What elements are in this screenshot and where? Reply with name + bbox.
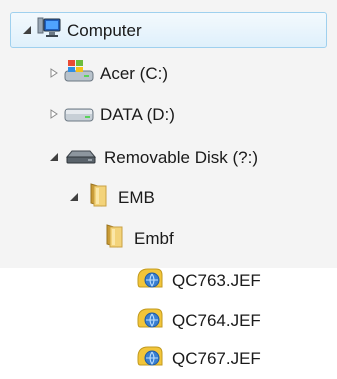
tree-item-removable-disk[interactable]: Removable Disk (?:)	[48, 139, 258, 175]
expanded-arrow-icon[interactable]	[68, 191, 80, 203]
expanded-arrow-icon[interactable]	[48, 151, 60, 163]
removable-disk-icon	[64, 145, 98, 170]
tree-item-file[interactable]: QC763.JEF	[136, 262, 261, 298]
jef-file-icon	[136, 343, 164, 374]
tree-item-computer[interactable]: Computer	[10, 12, 327, 48]
tree-item-folder-emb[interactable]: EMB	[68, 179, 155, 215]
tree-item-file[interactable]: QC767.JEF	[136, 340, 261, 376]
tree-item-drive-d[interactable]: DATA (D:)	[48, 96, 175, 132]
tree-item-label: EMB	[118, 187, 155, 207]
tree-item-label: DATA (D:)	[100, 104, 175, 124]
computer-icon	[37, 17, 61, 44]
tree-item-label: QC763.JEF	[172, 270, 261, 290]
tree-item-file[interactable]: QC764.JEF	[136, 302, 261, 338]
tree-item-drive-c[interactable]: Acer (C:)	[48, 55, 168, 91]
collapsed-arrow-icon[interactable]	[48, 108, 60, 120]
expanded-arrow-icon[interactable]	[21, 24, 33, 36]
folder-icon	[104, 223, 124, 254]
tree-item-label: Embf	[134, 228, 174, 248]
jef-file-icon	[136, 265, 164, 296]
folder-tree: Computer Acer (C:) DATA (D:) Removable D…	[0, 0, 337, 379]
tree-item-label: QC764.JEF	[172, 310, 261, 330]
windows-drive-icon	[64, 59, 94, 88]
hard-drive-icon	[64, 101, 94, 128]
tree-item-label: Removable Disk (?:)	[104, 147, 258, 167]
collapsed-arrow-icon[interactable]	[48, 67, 60, 79]
tree-item-label: Acer (C:)	[100, 63, 168, 83]
tree-item-label: QC767.JEF	[172, 348, 261, 368]
tree-item-folder-embf[interactable]: Embf	[104, 220, 174, 256]
jef-file-icon	[136, 305, 164, 336]
tree-item-label: Computer	[67, 20, 142, 40]
folder-icon	[88, 182, 108, 213]
